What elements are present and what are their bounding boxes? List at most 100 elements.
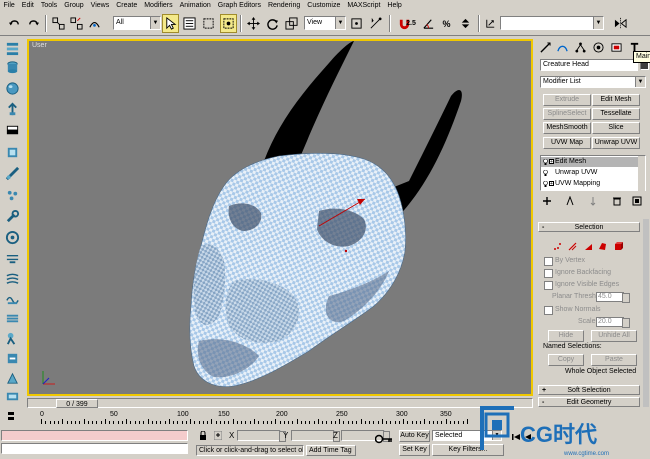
left-tool-11[interactable] [3,249,22,268]
expand-icon[interactable]: + [549,159,554,165]
left-tool-12[interactable] [3,269,22,288]
modifier-list-dropdown[interactable]: Modifier List ▼ [540,76,646,88]
modifier-button-meshsmooth[interactable]: MeshSmooth [543,122,591,134]
mirror-button[interactable] [612,14,629,33]
left-tool-18[interactable] [3,387,22,406]
expand-icon[interactable]: + [549,181,554,187]
use-pivot-button[interactable] [348,14,365,33]
unlink-button[interactable] [68,14,85,33]
menu-rendering[interactable]: Rendering [264,0,303,11]
ignore-backfacing-checkbox[interactable]: Ignore Backfacing [544,268,611,278]
set-key-button[interactable]: Set Key [399,444,430,456]
modifier-button-edit-mesh[interactable]: Edit Mesh [592,94,640,106]
left-tool-8[interactable] [3,186,22,205]
left-tool-2[interactable] [3,58,22,77]
spinner-snap-button[interactable] [457,14,474,33]
x-coord-field[interactable] [237,430,286,442]
absolute-mode-icon[interactable] [214,431,222,440]
left-tool-6[interactable] [3,143,22,162]
y-coord-field[interactable] [291,430,340,442]
planar-thresh-spinner[interactable]: 45.0 [596,292,630,303]
left-tool-3[interactable] [3,79,22,98]
menu-create[interactable]: Create [113,0,141,11]
angle-snap-button[interactable]: 2.5 [402,14,420,33]
selection-rollout-header[interactable]: - Selection [538,222,640,232]
modifier-button-uvw-map[interactable]: UVW Map [543,137,591,149]
hide-button[interactable]: Hide [548,330,584,342]
select-and-link-button[interactable] [50,14,67,33]
modifier-button-extrude[interactable]: Extrude [543,94,591,106]
menu-group[interactable]: Group [61,0,87,11]
left-tool-4[interactable] [3,100,22,119]
maxscript-listener-input[interactable] [1,443,188,454]
left-tool-13[interactable] [3,289,22,308]
menu-customize[interactable]: Customize [304,0,344,11]
make-unique-button[interactable] [586,194,600,208]
menu-help[interactable]: Help [384,0,405,11]
menu-tools[interactable]: Tools [37,0,60,11]
angle-snap-toggle-button[interactable] [420,14,437,33]
show-end-result-button[interactable] [563,194,577,208]
polygon-mode-button[interactable] [597,241,607,251]
menu-edit[interactable]: Edit [18,0,37,11]
soft-selection-rollout-header[interactable]: + Soft Selection [538,385,640,395]
remove-modifier-button[interactable] [610,194,624,208]
stack-item-unwrap-uvw[interactable]: Unwrap UVW [541,168,645,178]
time-slider[interactable]: 0 / 399 [27,398,533,408]
select-scale-button[interactable] [283,14,300,33]
percent-snap-button[interactable]: % [438,14,455,33]
tab-motion[interactable] [591,40,605,54]
select-manipulate-button[interactable] [367,14,384,33]
pin-stack-button[interactable] [540,194,554,208]
named-selection-sets-button[interactable] [482,14,499,33]
redo-button[interactable] [25,14,42,33]
selection-filter-dropdown[interactable]: All ▼ [113,16,161,30]
auto-key-button[interactable]: Auto Key [399,430,430,442]
tab-display[interactable] [609,40,623,54]
vertex-mode-button[interactable] [552,241,562,251]
bind-spacewarp-button[interactable] [86,14,103,33]
left-tool-1[interactable] [3,39,22,58]
menu-maxscript[interactable]: MAXScript [344,0,384,11]
menu-views[interactable]: Views [87,0,113,11]
paste-button[interactable]: Paste [591,354,637,366]
tab-modify[interactable] [555,40,569,54]
edge-mode-button[interactable] [567,241,577,251]
add-time-tag-button[interactable]: Add Time Tag [306,445,356,456]
window-crossing-button[interactable] [220,14,237,33]
by-vertex-checkbox[interactable]: By Vertex [544,256,585,266]
scale-spinner[interactable]: 20.0 [596,317,630,328]
left-tool-17[interactable] [3,369,22,388]
left-tool-14[interactable] [3,309,22,328]
modifier-button-slice[interactable]: Slice [592,122,640,134]
copy-button[interactable]: Copy [548,354,584,366]
select-rotate-button[interactable] [264,14,281,33]
command-panel-scrollbar[interactable] [643,219,649,407]
configure-modifier-sets-button[interactable] [630,194,644,208]
modifier-button-splineselect[interactable]: SplineSelect [543,108,591,120]
left-tool-7[interactable] [3,164,22,183]
maxscript-listener-output[interactable] [1,430,188,441]
reference-coordinate-dropdown[interactable]: View ▼ [304,16,346,30]
modifier-button-tessellate[interactable]: Tessellate [592,108,640,120]
tab-hierarchy[interactable] [573,40,587,54]
tab-create[interactable] [538,40,552,54]
menu-graph-editors[interactable]: Graph Editors [214,0,264,11]
show-normals-checkbox[interactable]: Show Normals [544,305,601,315]
lock-icon[interactable] [199,431,207,440]
menu-modifiers[interactable]: Modifiers [141,0,176,11]
menu-animation[interactable]: Animation [176,0,214,11]
modifier-button-unwrap-uvw[interactable]: Unwrap UVW [592,137,640,149]
track-bar[interactable]: 0 50 100 150 200 250 300 350 [8,411,537,425]
stack-item-uvw-mapping[interactable]: + UVW Mapping [541,179,645,189]
named-selection-dropdown[interactable]: ▼ [500,16,604,30]
time-slider-thumb[interactable]: 0 / 399 [56,399,98,408]
ignore-visible-edges-checkbox[interactable]: Ignore Visible Edges [544,280,619,290]
menu-file[interactable]: File [0,0,18,11]
undo-button[interactable] [6,14,23,33]
stack-scrollbar[interactable] [638,156,645,192]
left-tool-10[interactable] [3,228,22,247]
left-tool-16[interactable] [3,349,22,368]
left-tool-15[interactable] [3,329,22,348]
object-name-field[interactable]: Creature Head [540,59,638,71]
